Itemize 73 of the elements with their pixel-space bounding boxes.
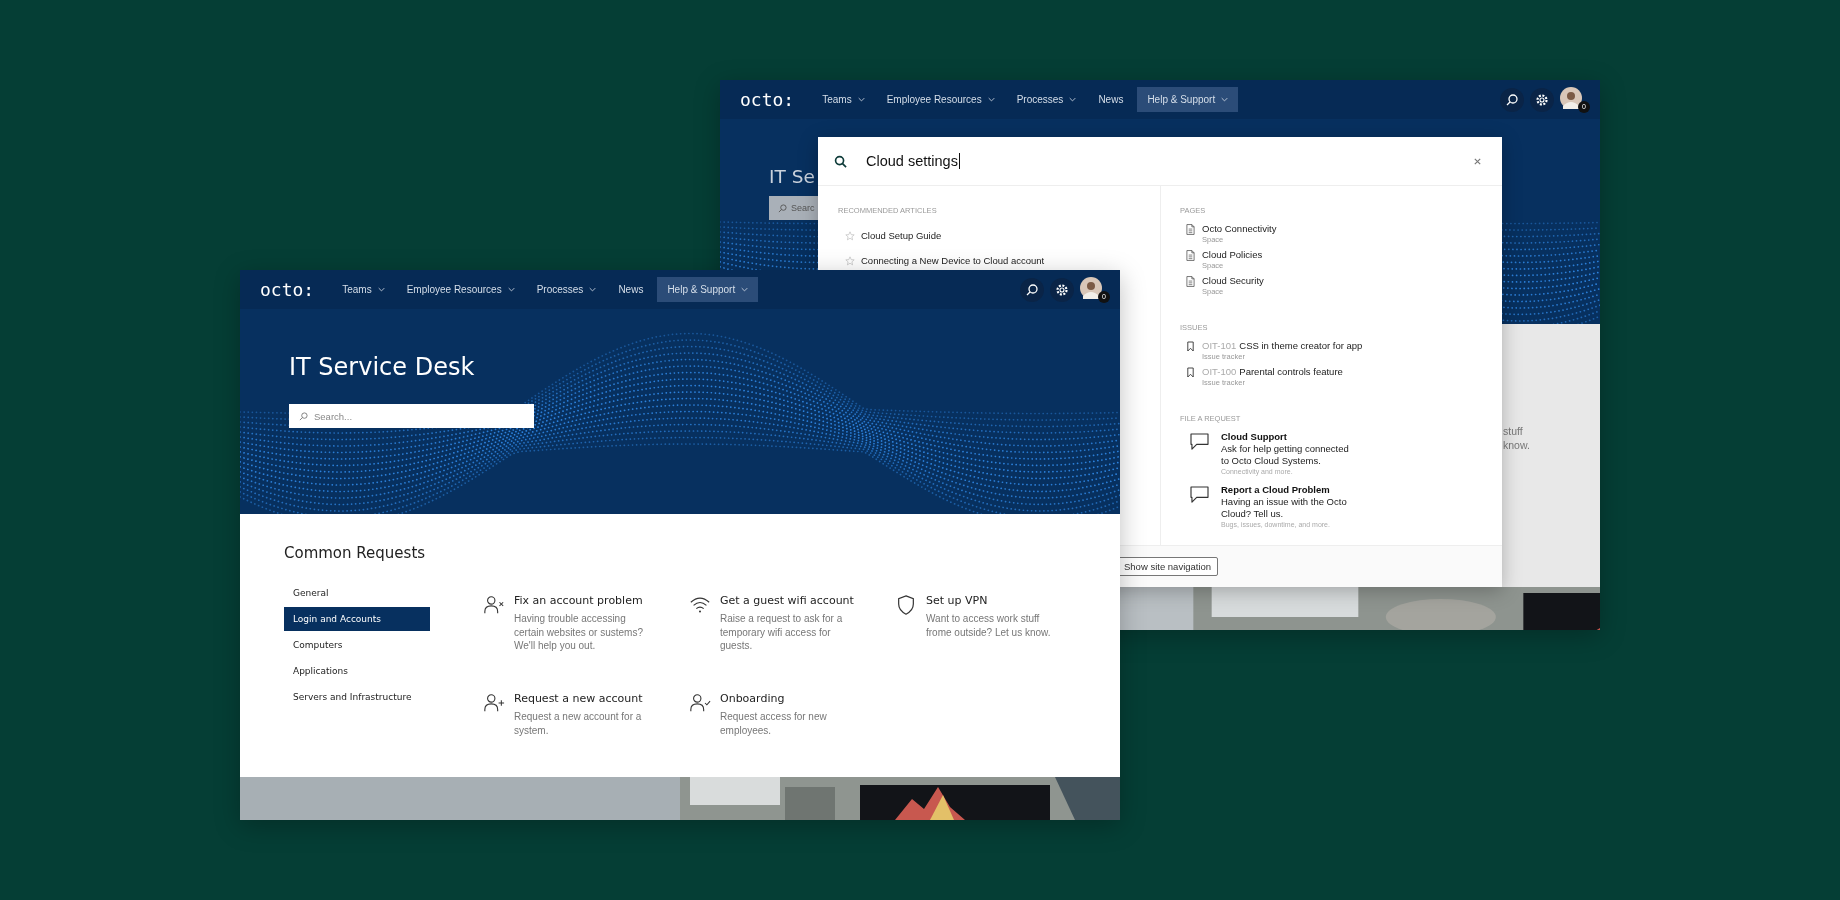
person-check-icon [689,692,711,714]
close-icon[interactable] [1473,156,1482,166]
search-icon [299,411,308,421]
page-link[interactable]: Cloud Security [1202,275,1264,287]
request-description: Ask for help getting connected to Octo Cloud Systems. [1221,443,1350,466]
logo[interactable]: octo: [260,279,315,300]
nav-menu-item[interactable]: Help & Support [1137,87,1239,112]
star-icon [845,255,855,266]
show-navigation-button[interactable]: Show site navigation [1117,557,1219,576]
nav-menu-item[interactable]: Help & Support [657,277,759,302]
article-link[interactable]: Cloud Setup Guide [861,230,942,241]
avatar[interactable] [1560,86,1582,109]
page-title: IT Service Desk [289,352,475,383]
search-field[interactable]: Cloud settings [818,137,1502,186]
issue-link[interactable]: Parental controls feature [1239,366,1343,378]
issue-key: OIT-101 [1202,340,1237,352]
nav-menu-item[interactable]: Teams [334,278,393,301]
settings-icon[interactable] [1530,87,1554,112]
nav-menu-item[interactable]: Teams [814,88,873,111]
category-item[interactable]: General [284,581,430,605]
section-title: Common Requests [284,543,426,563]
page-link[interactable]: Octo Connectivity [1202,223,1277,235]
nav-menu-item[interactable]: News [1090,88,1132,111]
category-item[interactable]: Applications [284,659,430,683]
category-item[interactable]: Computers [284,633,430,657]
request-title[interactable]: Set up VPN [926,594,988,607]
search-icon [778,203,787,213]
bookmark-icon [1186,367,1195,378]
request-description: Want to access work stuff frome outside? Let us know. [926,612,1052,639]
shield-icon [895,594,917,616]
request-description: Request access for new employees. [720,710,828,737]
document-icon [1186,250,1195,261]
category-item[interactable]: Servers and Infrastructure [284,685,430,709]
speech-bubble-icon [1190,486,1209,503]
search-field[interactable]: Search... [289,404,534,428]
request-title[interactable]: Request a new account [514,692,643,705]
request-link[interactable]: Report a Cloud Problem [1221,484,1330,496]
request-title[interactable]: Onboarding [720,692,785,705]
request-description: Having an issue with the Octo Cloud? Tell us. [1221,496,1348,519]
request-description: Request a new account for a system. [514,710,643,737]
person-x-icon [483,594,505,616]
request-title[interactable]: Fix an account problem [514,594,643,607]
document-icon [1186,224,1195,235]
search-icon[interactable] [1500,87,1524,112]
page-link[interactable]: Cloud Policies [1202,249,1263,261]
issue-key: OIT-100 [1202,366,1237,378]
speech-bubble-icon [1190,433,1209,450]
request-link[interactable]: Cloud Support [1221,431,1287,443]
text-cursor [958,153,960,169]
search-icon [834,154,847,168]
nav-menu-item[interactable]: Employee Resources [398,278,523,301]
category-item[interactable]: Login and Accounts [284,607,430,631]
nav-menu-item[interactable]: Processes [1008,88,1085,111]
settings-icon[interactable] [1050,277,1074,302]
article-link[interactable]: Connecting a New Device to Cloud account [861,255,1045,266]
body-text: stuff [1503,424,1524,438]
request-title[interactable]: Get a guest wifi account [720,594,854,607]
body-text: know. [1503,438,1531,452]
document-icon [1186,276,1195,287]
issue-link[interactable]: CSS in theme creator for app [1239,340,1363,352]
avatar[interactable] [1080,276,1102,299]
logo[interactable]: octo: [740,89,795,110]
request-description: Having trouble accessing certain websites or sustems? We'll help you out. [514,612,644,653]
nav-menu-item[interactable]: Employee Resources [878,88,1003,111]
star-icon [845,230,855,241]
search-field[interactable]: Searc [769,196,818,220]
person-plus-icon [483,692,505,714]
bookmark-icon [1186,341,1195,352]
nav-menu-item[interactable]: Processes [528,278,605,301]
nav-menu-item[interactable]: News [610,278,652,301]
request-description: Raise a request to ask for a temporary wifi access for guests. [720,612,844,653]
page-title: IT Se [769,165,815,189]
search-icon[interactable] [1020,277,1044,302]
